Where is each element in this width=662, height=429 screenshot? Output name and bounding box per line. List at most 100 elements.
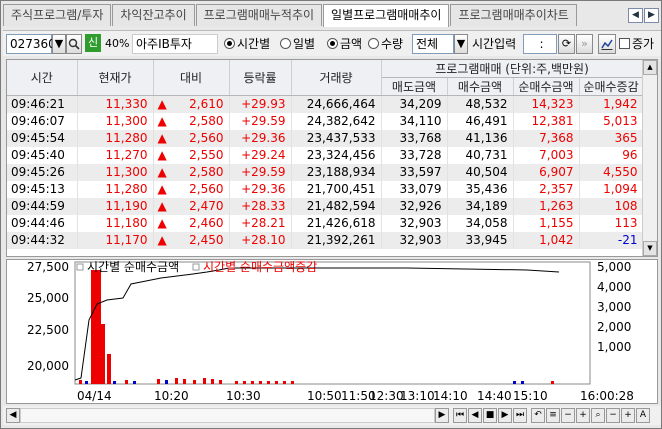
- time-input[interactable]: :: [523, 34, 557, 54]
- cell-volume: 24,666,464: [291, 95, 382, 113]
- tab-arbitrage-balance[interactable]: 차익잔고추이: [112, 4, 195, 26]
- col-net-buy[interactable]: 순매수금액: [513, 77, 580, 96]
- cell-netchg: -21: [579, 231, 644, 249]
- col-time[interactable]: 시간: [7, 60, 78, 96]
- chart-controls: ◀ ▶ ⏮ ◀ ■ ▶ ⏭ ↶ ≡ − + ⌕ − + A: [3, 406, 661, 425]
- hscroll-left-icon[interactable]: ◀: [6, 408, 20, 423]
- up-arrow-icon: ▲: [157, 182, 167, 196]
- cell-sell: 32,926: [381, 197, 448, 215]
- y2-tick-label: 4,000: [597, 280, 631, 294]
- code-dropdown-icon[interactable]: ▼: [52, 34, 66, 54]
- radio-day[interactable]: 일별: [280, 34, 315, 54]
- cell-buy: 34,058: [447, 214, 514, 232]
- cell-volume: 23,188,934: [291, 163, 382, 181]
- prev-icon[interactable]: ◀: [468, 408, 482, 423]
- cell-rate: +29.93: [229, 95, 292, 113]
- table-row[interactable]: 09:46:21 11,330 ▲ 2,610 +29.93 24,666,464 34,2…: [7, 95, 644, 113]
- last-icon[interactable]: ⏭: [513, 408, 527, 423]
- cell-net: 7,003: [513, 146, 580, 164]
- play-icon[interactable]: ▶: [498, 408, 512, 423]
- x-tick-label: 04/14: [77, 389, 112, 403]
- market-select[interactable]: 전체: [412, 34, 454, 54]
- tab-daily-program[interactable]: 일별프로그램매매추이: [323, 4, 450, 27]
- x-tick-label: 12:30: [369, 389, 404, 403]
- tab-next-icon[interactable]: ▶: [644, 8, 659, 23]
- col-buy-amount[interactable]: 매수금액: [447, 77, 514, 96]
- search-chart-icon[interactable]: ⌕: [591, 408, 605, 423]
- tab-program-chart[interactable]: 프로그램매매추이차트: [450, 4, 577, 26]
- zoom-in-icon[interactable]: +: [576, 408, 590, 423]
- tab-prev-icon[interactable]: ◀: [628, 8, 643, 23]
- tab-stock-program[interactable]: 주식프로그램/투자: [3, 4, 112, 26]
- col-sell-amount[interactable]: 매도금액: [381, 77, 448, 96]
- cell-sell: 33,768: [381, 129, 448, 147]
- chart-toggle-icon[interactable]: [598, 34, 616, 54]
- radio-quantity[interactable]: 수량: [368, 34, 403, 54]
- bar: [175, 378, 178, 384]
- font-icon[interactable]: A: [636, 408, 650, 423]
- radio-time[interactable]: 시간별: [224, 34, 270, 54]
- y2-tick-label: 1,000: [597, 340, 631, 354]
- minus-icon[interactable]: −: [606, 408, 620, 423]
- plus-icon[interactable]: +: [621, 408, 635, 423]
- table-scrollbar[interactable]: ▲ ▼: [642, 60, 657, 256]
- hscroll-right-icon[interactable]: ▶: [435, 408, 449, 423]
- col-net-change[interactable]: 순매수증감: [579, 77, 644, 96]
- cell-change: ▲ 2,450: [153, 231, 230, 249]
- cell-volume: 21,482,594: [291, 197, 382, 215]
- stock-code-input[interactable]: 027360: [6, 34, 56, 54]
- market-dropdown-icon[interactable]: ▼: [454, 34, 468, 54]
- y2-tick-label: 5,000: [597, 260, 631, 274]
- stop-icon[interactable]: ■: [483, 408, 497, 423]
- table-row[interactable]: 09:46:07 11,300 ▲ 2,580 +29.59 24,382,642 34,1…: [7, 112, 644, 130]
- cell-netchg: 108: [579, 197, 644, 215]
- cell-rate: +29.36: [229, 129, 292, 147]
- cell-buy: 41,136: [447, 129, 514, 147]
- cell-price: 11,330: [77, 95, 154, 113]
- hscroll-track[interactable]: [20, 408, 435, 423]
- first-icon[interactable]: ⏮: [453, 408, 467, 423]
- cell-netchg: 365: [579, 129, 644, 147]
- zoom-out-icon[interactable]: −: [561, 408, 575, 423]
- bar: [99, 324, 105, 384]
- radio-amount[interactable]: 금액: [327, 34, 362, 54]
- col-volume[interactable]: 거래량: [291, 60, 382, 96]
- reset-icon[interactable]: ↶: [531, 408, 545, 423]
- tab-program-cumulative[interactable]: 프로그램매매누적추이: [195, 4, 323, 26]
- cell-net: 1,042: [513, 231, 580, 249]
- table-row[interactable]: 09:44:32 11,170 ▲ 2,450 +28.10 21,392,261 32,9…: [7, 231, 644, 249]
- y2-tick-label: 3,000: [597, 300, 631, 314]
- col-change[interactable]: 대비: [153, 60, 230, 96]
- scroll-down-icon[interactable]: ▼: [643, 241, 657, 256]
- increase-checkbox[interactable]: 증가: [619, 34, 654, 54]
- bar: [283, 381, 286, 384]
- bar: [193, 380, 196, 384]
- cell-sell: 34,209: [381, 95, 448, 113]
- data-table: 시간 현재가 대비 등락률 거래량 프로그램매매 (단위:주,백만원) 매도금액…: [6, 59, 658, 257]
- table-row[interactable]: 09:45:26 11,300 ▲ 2,580 +29.59 23,188,934 33,5…: [7, 163, 644, 181]
- search-icon[interactable]: [66, 34, 82, 54]
- bar: [85, 381, 88, 384]
- refresh-icon[interactable]: ⟳: [558, 34, 575, 54]
- y-tick-label: 22,500: [27, 323, 69, 337]
- bar: [291, 381, 294, 384]
- table-row[interactable]: 09:45:40 11,270 ▲ 2,550 +29.24 23,324,456 33,7…: [7, 146, 644, 164]
- program-trading-window: 주식프로그램/투자 차익잔고추이 프로그램매매누적추이 일별프로그램매매추이 프…: [0, 0, 662, 429]
- table-row[interactable]: 09:45:13 11,280 ▲ 2,560 +29.36 21,700,451 33,0…: [7, 180, 644, 198]
- table-row[interactable]: 09:45:54 11,280 ▲ 2,560 +29.36 23,437,533 33,7…: [7, 129, 644, 147]
- col-rate[interactable]: 등락률: [229, 60, 292, 96]
- scroll-up-icon[interactable]: ▲: [643, 60, 657, 75]
- up-arrow-icon: ▲: [157, 131, 167, 145]
- bar: [219, 380, 222, 384]
- menu-icon[interactable]: ≡: [546, 408, 560, 423]
- col-group-program: 프로그램매매 (단위:주,백만원): [381, 60, 644, 78]
- cell-net: 12,381: [513, 112, 580, 130]
- table-row[interactable]: 09:44:46 11,180 ▲ 2,460 +28.21 21,426,618 32,9…: [7, 214, 644, 232]
- cell-buy: 46,491: [447, 112, 514, 130]
- cell-net: 1,155: [513, 214, 580, 232]
- next-page-icon[interactable]: »: [576, 34, 593, 54]
- bar: [243, 381, 246, 384]
- col-price[interactable]: 현재가: [77, 60, 154, 96]
- cell-rate: +29.36: [229, 180, 292, 198]
- table-row[interactable]: 09:44:59 11,190 ▲ 2,470 +28.33 21,482,594 32,9…: [7, 197, 644, 215]
